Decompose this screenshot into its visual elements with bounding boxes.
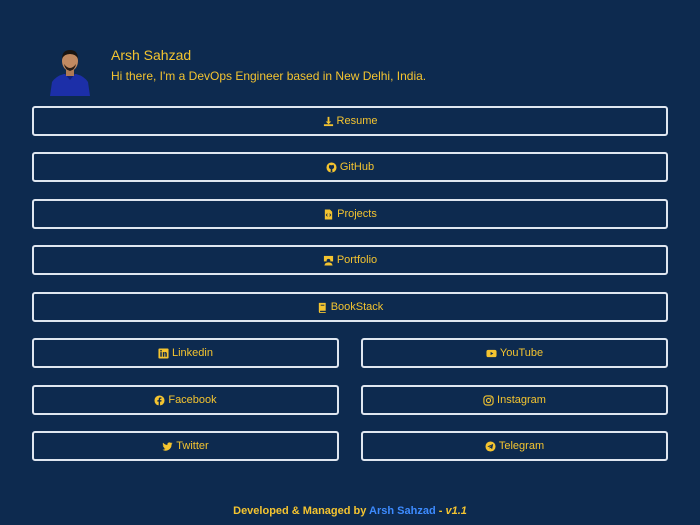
youtube-icon xyxy=(486,348,497,359)
projects-button[interactable]: Projects xyxy=(32,199,668,229)
instagram-label: Instagram xyxy=(497,394,546,406)
portfolio-icon xyxy=(323,255,334,266)
linkedin-label: Linkedin xyxy=(172,347,213,359)
facebook-icon xyxy=(154,394,165,406)
youtube-label: YouTube xyxy=(499,347,544,359)
github-label: GitHub xyxy=(339,161,375,173)
profile-tagline: Hi there, I'm a DevOps Engineer based in… xyxy=(111,69,427,83)
footer-author-link[interactable]: Arsh Sahzad xyxy=(369,505,436,517)
book-icon xyxy=(317,302,328,313)
github-button[interactable]: GitHub xyxy=(32,152,668,182)
link-tree-page: Arsh Sahzad Hi there, I'm a DevOps Engin… xyxy=(0,0,700,525)
footer-separator: - xyxy=(435,505,446,517)
linkedin-button[interactable]: Linkedin xyxy=(32,338,339,368)
facebook-button[interactable]: Facebook xyxy=(32,385,339,415)
telegram-label: Telegram xyxy=(498,440,545,452)
file-code-icon xyxy=(323,208,334,220)
github-icon xyxy=(326,161,337,173)
projects-label: Projects xyxy=(337,208,377,220)
twitter-label: Twitter xyxy=(176,440,209,452)
download-icon xyxy=(323,116,334,127)
facebook-label: Facebook xyxy=(168,394,217,406)
instagram-button[interactable]: Instagram xyxy=(361,385,668,415)
bookstack-button[interactable]: BookStack xyxy=(32,292,668,322)
footer: Developed & Managed by Arsh Sahzad - v1.… xyxy=(0,505,700,517)
youtube-button[interactable]: YouTube xyxy=(361,338,668,368)
profile-header: Arsh Sahzad Hi there, I'm a DevOps Engin… xyxy=(46,46,666,98)
linkedin-icon xyxy=(158,347,169,359)
resume-label: Resume xyxy=(336,115,378,127)
avatar xyxy=(46,46,94,96)
twitter-icon xyxy=(162,441,173,452)
portfolio-label: Portfolio xyxy=(336,254,378,266)
portfolio-button[interactable]: Portfolio xyxy=(32,245,668,275)
footer-prefix: Developed & Managed by xyxy=(233,505,370,517)
resume-button[interactable]: Resume xyxy=(32,106,668,136)
footer-version: v1.1 xyxy=(445,505,467,517)
bookstack-label: BookStack xyxy=(330,301,384,313)
telegram-icon xyxy=(485,440,496,452)
telegram-button[interactable]: Telegram xyxy=(361,431,668,461)
instagram-icon xyxy=(483,394,494,406)
twitter-button[interactable]: Twitter xyxy=(32,431,339,461)
profile-name: Arsh Sahzad xyxy=(111,47,192,63)
